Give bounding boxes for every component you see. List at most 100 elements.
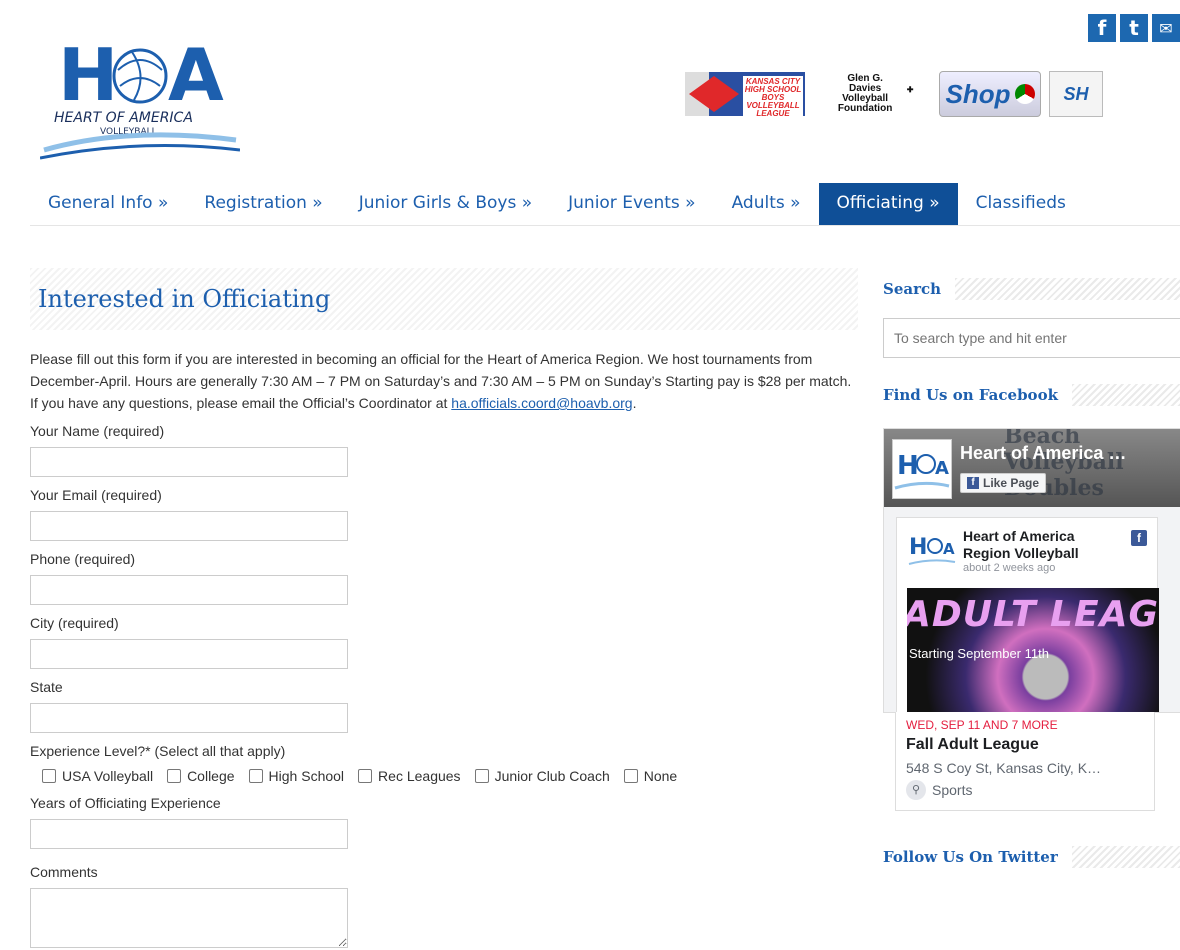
twitter-icon[interactable]: t (1120, 14, 1148, 42)
fb-event-name[interactable]: Fall Adult League (906, 736, 1144, 754)
svg-text:H: H (897, 451, 919, 481)
page-title-bar: Interested in Officiating (30, 268, 858, 330)
page-title: Interested in Officiating (38, 285, 331, 313)
intro-text: Please fill out this form if you are int… (30, 348, 858, 414)
option-college[interactable]: College (167, 768, 235, 784)
option-label: Rec Leagues (378, 768, 461, 784)
facebook-widget-title: Find Us on Facebook (883, 384, 1180, 406)
title-hatch (1071, 846, 1180, 868)
glen-davies-foundation-logo[interactable]: Glen G. Davies Volleyball Foundation ᐩ (813, 72, 931, 116)
facebook-icon[interactable]: f (1088, 14, 1116, 42)
comments-label: Comments (30, 864, 98, 880)
nav-classifieds[interactable]: Classifieds (958, 183, 1084, 225)
nav-general-info[interactable]: General Info » (30, 183, 186, 225)
fb-page-name[interactable]: Heart of America … (960, 443, 1126, 464)
phone-input[interactable] (30, 575, 348, 605)
contact-prefix: If you have any questions, please email … (30, 395, 452, 411)
fb-post-author[interactable]: Heart of America Region Volleyball (963, 528, 1113, 562)
experience-label: Experience Level?* (Select all that appl… (30, 743, 286, 759)
fb-post-meta: Heart of America Region Volleyball about… (963, 528, 1113, 574)
option-none[interactable]: None (623, 768, 678, 784)
option-junior-club-coach[interactable]: Junior Club Coach (474, 768, 610, 784)
years-label: Years of Officiating Experience (30, 795, 221, 811)
facebook-title-text: Find Us on Facebook (883, 386, 1072, 404)
showme-text: SH (1063, 83, 1089, 104)
fb-post-time[interactable]: about 2 weeks ago (963, 562, 1113, 574)
page: H A HEART OF AMERICA VOLLEYBALL f t ✉ KA… (0, 0, 1180, 950)
showme-logo[interactable]: SH (1049, 71, 1103, 117)
fb-cover[interactable]: Beach Volleyball Doubles H A Heart of Am… (884, 429, 1180, 507)
experience-options: USA Volleyball College High School Rec L… (42, 768, 858, 784)
fb-event-date: WED, SEP 11 AND 7 MORE (906, 718, 1058, 732)
option-label: High School (268, 768, 345, 784)
years-input[interactable] (30, 819, 348, 849)
nav-adults[interactable]: Adults » (714, 183, 819, 225)
contact-suffix: . (632, 395, 637, 411)
checkbox[interactable] (623, 769, 638, 783)
nav-junior-events[interactable]: Junior Events » (550, 183, 713, 225)
option-rec-leagues[interactable]: Rec Leagues (358, 768, 461, 784)
state-label: State (30, 679, 63, 695)
glen-davies-text: Glen G. Davies Volleyball Foundation (837, 73, 893, 114)
fb-event-category: Sports (932, 782, 973, 798)
fb-event-address: 548 S Coy St, Kansas City, K… (906, 760, 1102, 776)
nav-registration[interactable]: Registration » (186, 183, 340, 225)
checkbox[interactable] (42, 769, 56, 783)
search-title-text: Search (883, 280, 956, 298)
option-usa-volleyball[interactable]: USA Volleyball (42, 768, 153, 784)
fb-event-details[interactable]: WED, SEP 11 AND 7 MORE Fall Adult League… (895, 712, 1155, 811)
contact-line: If you have any questions, please email … (30, 392, 858, 414)
twitter-widget-title: Follow Us On Twitter (883, 846, 1180, 868)
sidebar: Search Find Us on Facebook Beach Volleyb… (883, 278, 1180, 868)
main-content: Interested in Officiating Please fill ou… (30, 268, 858, 948)
kc-league-text: KANSAS CITY HIGH SCHOOL BOYS VOLLEYBALL … (743, 76, 803, 120)
fb-post-header: H A Heart of America Region Volleyball a… (897, 518, 1157, 574)
coordinator-email-link[interactable]: ha.officials.coord@hoavb.org (451, 395, 632, 411)
option-label: Junior Club Coach (494, 768, 610, 784)
search-widget-title: Search (883, 278, 1180, 300)
fb-post-card[interactable]: H A Heart of America Region Volleyball a… (896, 517, 1159, 712)
facebook-icon[interactable]: f (1131, 530, 1147, 546)
svg-text:H: H (909, 535, 927, 560)
intro-paragraph: Please fill out this form if you are int… (30, 351, 852, 389)
shop-logo[interactable]: Shop (939, 71, 1041, 117)
svg-text:A: A (935, 458, 949, 479)
email-icon[interactable]: ✉ (1152, 14, 1180, 42)
nav-officiating[interactable]: Officiating » (818, 183, 958, 225)
kc-boys-league-logo[interactable]: KANSAS CITY HIGH SCHOOL BOYS VOLLEYBALL … (685, 72, 805, 120)
facebook-icon: f (967, 477, 979, 489)
nav-junior-girls-boys[interactable]: Junior Girls & Boys » (341, 183, 550, 225)
fb-post-avatar[interactable]: H A (907, 528, 957, 572)
email-input[interactable] (30, 511, 348, 541)
option-label: College (187, 768, 235, 784)
player-figure-icon: ᐩ (906, 83, 914, 105)
svg-text:A: A (943, 540, 955, 558)
fb-image-title: ADULT LEAGUE (907, 594, 1159, 635)
sponsor-logos: KANSAS CITY HIGH SCHOOL BOYS VOLLEYBALL … (685, 70, 1103, 120)
main-nav: General Info » Registration » Junior Gir… (30, 183, 1180, 226)
volleyball-icon (1014, 84, 1035, 104)
city-label: City (required) (30, 615, 119, 631)
option-high-school[interactable]: High School (248, 768, 345, 784)
like-label: Like Page (983, 476, 1040, 490)
checkbox[interactable] (474, 769, 489, 783)
fb-like-page-button[interactable]: f Like Page (960, 473, 1047, 493)
fb-event-image[interactable]: ADULT LEAGUE Starting September 11th (907, 588, 1159, 712)
volleyball-player-icon (689, 76, 739, 112)
svg-text:HEART OF AMERICA: HEART OF AMERICA (54, 110, 193, 126)
comments-input[interactable] (30, 888, 348, 948)
option-label: None (643, 768, 678, 784)
checkbox[interactable] (248, 769, 263, 783)
checkbox[interactable] (167, 769, 182, 783)
twitter-title-text: Follow Us On Twitter (883, 848, 1072, 866)
city-input[interactable] (30, 639, 348, 669)
fb-image-subtitle: Starting September 11th (909, 646, 1049, 661)
checkbox[interactable] (358, 769, 373, 783)
search-input[interactable] (883, 318, 1180, 358)
hoa-logo[interactable]: H A HEART OF AMERICA VOLLEYBALL (40, 30, 240, 162)
name-input[interactable] (30, 447, 348, 477)
fb-page-avatar[interactable]: H A (892, 439, 952, 499)
state-input[interactable] (30, 703, 348, 733)
social-links: f t ✉ (1088, 14, 1180, 42)
title-hatch (955, 278, 1180, 300)
